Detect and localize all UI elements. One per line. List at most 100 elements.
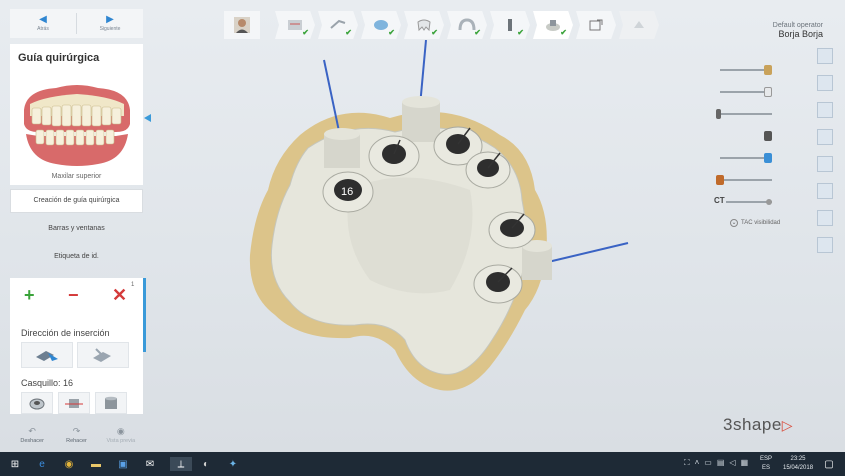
file-explorer-icon[interactable]: ▬ <box>89 457 103 471</box>
chevron-down-icon: ⌄ <box>730 219 738 227</box>
keyboard-icon[interactable]: ▦ <box>741 458 749 468</box>
slider-knob[interactable] <box>716 175 724 185</box>
battery-icon[interactable]: ▭ <box>704 458 712 468</box>
workflow-step-finish[interactable] <box>619 11 659 39</box>
brand-logo: 3shape▷ <box>723 415 794 434</box>
workflow-step-scan[interactable]: ✔ <box>275 11 315 39</box>
sleeve-6[interactable] <box>473 264 523 304</box>
app-tooth-icon[interactable]: ◐ <box>199 457 213 471</box>
scan-icon <box>288 20 302 30</box>
3d-viewport[interactable]: 16 <box>150 40 710 420</box>
volume-icon[interactable]: ◁ <box>729 458 735 468</box>
menu-surgical-guide-creation[interactable]: Creación de guía quirúrgica <box>10 189 143 213</box>
visibility-slider-6[interactable] <box>714 175 776 185</box>
edge-icon[interactable]: e <box>35 457 49 471</box>
logo-mark-icon: ▷ <box>781 417 794 433</box>
workflow-step-ct[interactable]: ✔ <box>361 11 401 39</box>
sleeve-option-1-button[interactable] <box>21 392 53 414</box>
patient-icon <box>234 17 250 33</box>
insertion-axis-3 <box>547 242 629 263</box>
app-3d-icon[interactable]: ✦ <box>226 457 240 471</box>
slider-knob[interactable] <box>764 65 772 75</box>
panel-title: Guía quirúrgica <box>18 52 100 64</box>
set-insertion-manual-button[interactable] <box>77 342 129 368</box>
eye-icon: ◉ <box>116 425 125 436</box>
view-button-3[interactable] <box>817 102 833 118</box>
visibility-slider-2[interactable] <box>714 87 776 97</box>
check-icon: ✔ <box>302 28 309 37</box>
bottom-action-bar: ↶ Deshacer ↷ Rehacer ◉ Vista previa <box>10 420 143 450</box>
redo-icon: ↷ <box>72 425 81 436</box>
taskbar-clock[interactable]: 23:25 15/04/2018 <box>783 455 813 473</box>
notifications-icon[interactable]: ▢ <box>822 457 836 471</box>
check-icon: ✔ <box>431 28 438 37</box>
workflow-step-export[interactable] <box>576 11 616 39</box>
arrow-left-icon: ◀ <box>39 13 47 25</box>
view-button-1[interactable] <box>817 48 833 64</box>
workflow-step-align[interactable]: ✔ <box>318 11 358 39</box>
store-icon[interactable]: ▣ <box>116 457 130 471</box>
undo-button[interactable]: ↶ Deshacer <box>10 420 54 450</box>
visibility-slider-4[interactable] <box>714 131 776 141</box>
slider-knob[interactable] <box>764 87 772 97</box>
slider-knob[interactable] <box>764 153 772 163</box>
delete-button[interactable]: ✕ <box>112 286 127 304</box>
network-icon[interactable]: ▤ <box>717 458 725 468</box>
tac-visibility-toggle[interactable]: ⌄ TAC visibilidad <box>730 219 780 227</box>
redo-button[interactable]: ↷ Rehacer <box>54 420 98 450</box>
sleeve-2[interactable] <box>368 135 420 177</box>
sleeve-cylinder-icon <box>105 396 117 409</box>
sleeve-5[interactable] <box>488 211 536 249</box>
chevron-up-icon[interactable]: ˄ <box>695 458 700 468</box>
tooth-icon <box>417 19 431 32</box>
preview-button[interactable]: ◉ Vista previa <box>99 420 143 450</box>
slider-knob[interactable] <box>766 199 772 205</box>
left-panel: ◀ Atrás ▶ Siguiente Guía quirúrgica Maxi… <box>10 0 151 452</box>
implant-studio-app-icon[interactable]: ⟂ <box>170 457 192 471</box>
sleeve-option-3-button[interactable] <box>95 392 127 414</box>
check-icon: ✔ <box>345 28 352 37</box>
check-icon: ✔ <box>474 28 481 37</box>
check-icon: ✔ <box>388 28 395 37</box>
view-button-5[interactable] <box>817 156 833 172</box>
ct-slider[interactable]: CT <box>714 196 776 207</box>
people-icon[interactable]: ⛶ <box>684 458 690 468</box>
ct-icon <box>374 20 388 30</box>
workflow-step-implant[interactable]: ✔ <box>490 11 530 39</box>
windows-taskbar: ⊞ e ◉ ▬ ▣ ✉ ⟂ ◐ ✦ ⛶ ˄ ▭ ▤ ◁ ▦ ESP ES 23:… <box>0 452 845 476</box>
chrome-icon[interactable]: ◉ <box>62 457 76 471</box>
windows-start-icon[interactable]: ⊞ <box>8 457 22 471</box>
visibility-slider-5[interactable] <box>714 153 776 163</box>
language-indicator[interactable]: ESP ES <box>760 455 772 473</box>
sleeve-4[interactable] <box>465 151 511 189</box>
menu-bars-windows[interactable]: Barras y ventanas <box>10 225 143 232</box>
workflow-step-teeth[interactable]: ✔ <box>404 11 444 39</box>
slider-knob[interactable] <box>764 131 772 141</box>
workflow-step-arch[interactable]: ✔ <box>447 11 487 39</box>
view-button-4[interactable] <box>817 129 833 145</box>
slider-knob[interactable] <box>716 109 721 119</box>
sleeve-option-2-button[interactable] <box>58 392 90 414</box>
mail-icon[interactable]: ✉ <box>143 457 157 471</box>
workflow-step-patient[interactable] <box>224 11 260 39</box>
view-button-6[interactable] <box>817 183 833 199</box>
sleeve-tube-right <box>522 240 552 280</box>
view-button-7[interactable] <box>817 210 833 226</box>
dental-model-thumbnail[interactable] <box>16 80 138 168</box>
panel-scrollbar[interactable] <box>143 278 146 352</box>
visibility-slider-1[interactable] <box>714 65 776 75</box>
sleeve-tube-left <box>324 128 360 168</box>
set-insertion-view-button[interactable] <box>21 342 73 368</box>
sleeve-16[interactable]: 16 <box>322 171 374 213</box>
count-badge: 1 <box>131 282 135 288</box>
workflow-step-guide[interactable]: ✔ <box>533 11 573 39</box>
visibility-slider-3[interactable] <box>714 109 776 119</box>
remove-button[interactable]: − <box>68 286 79 304</box>
view-button-8[interactable] <box>817 237 833 253</box>
model-caption: Maxilar superior <box>51 173 102 180</box>
menu-id-label[interactable]: Etiqueta de id. <box>10 253 143 260</box>
next-button[interactable]: ▶ Siguiente <box>77 9 143 38</box>
add-button[interactable]: + <box>24 286 35 304</box>
view-button-2[interactable] <box>817 75 833 91</box>
back-button[interactable]: ◀ Atrás <box>10 9 76 38</box>
